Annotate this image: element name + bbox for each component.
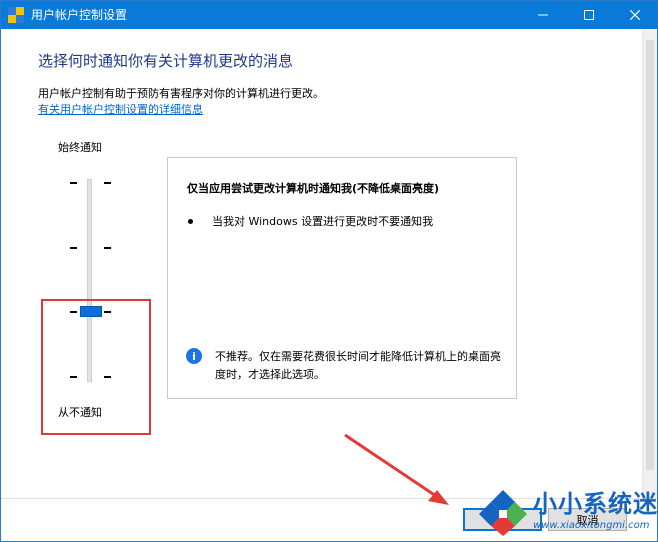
close-button[interactable]	[612, 1, 658, 29]
annotation-highlight-box	[41, 299, 151, 435]
slider-tick-right	[104, 182, 111, 184]
site-watermark: 小小系统迷 www.xiaoxitongmi.com	[477, 488, 658, 538]
slider-tick-left	[70, 182, 77, 184]
watermark-title: 小小系统迷	[533, 490, 658, 518]
uac-info-link[interactable]: 有关用户帐户控制设置的详细信息	[38, 102, 203, 118]
slider-tick-right	[104, 246, 111, 249]
maximize-button[interactable]	[566, 1, 612, 29]
panel-note: i 不推荐。仅在需要花费很长时间才能降低计算机上的桌面亮度时，才选择此选项。	[186, 348, 506, 384]
window-title: 用户帐户控制设置	[31, 8, 128, 22]
minimize-icon	[538, 14, 548, 16]
setting-description-panel: 仅当应用尝试更改计算机时通知我(不降低桌面亮度) 当我对 Windows 设置进…	[167, 157, 517, 399]
bullet-icon	[188, 219, 193, 224]
watermark-url: www.xiaoxitongmi.com	[533, 520, 650, 531]
uac-shield-icon	[8, 7, 24, 23]
maximize-icon	[584, 10, 594, 20]
title-bar[interactable]: 用户帐户控制设置	[1, 1, 657, 29]
panel-bullet-text: 当我对 Windows 设置进行更改时不要通知我	[212, 215, 434, 228]
slider-tick-left	[70, 246, 77, 249]
uac-settings-window: 用户帐户控制设置 选择何时通知你有关计算机更改的消息 用户帐户控制有助于预防有害…	[0, 0, 658, 542]
close-icon	[630, 10, 640, 20]
panel-title: 仅当应用尝试更改计算机时通知我(不降低桌面亮度)	[187, 182, 440, 195]
info-icon: i	[186, 348, 202, 364]
slider-top-label: 始终通知	[58, 141, 102, 154]
watermark-logo-icon	[479, 490, 527, 536]
description-text: 用户帐户控制有助于预防有害程序对你的计算机进行更改。	[38, 87, 324, 100]
scrollbar-thumb[interactable]	[646, 40, 654, 470]
panel-note-text: 不推荐。仅在需要花费很长时间才能降低计算机上的桌面亮度时，才选择此选项。	[215, 350, 501, 381]
minimize-button[interactable]	[520, 1, 566, 29]
vertical-scrollbar[interactable]	[642, 30, 657, 498]
page-heading: 选择何时通知你有关计算机更改的消息	[38, 52, 294, 70]
panel-bullet-item: 当我对 Windows 设置进行更改时不要通知我	[188, 214, 433, 230]
